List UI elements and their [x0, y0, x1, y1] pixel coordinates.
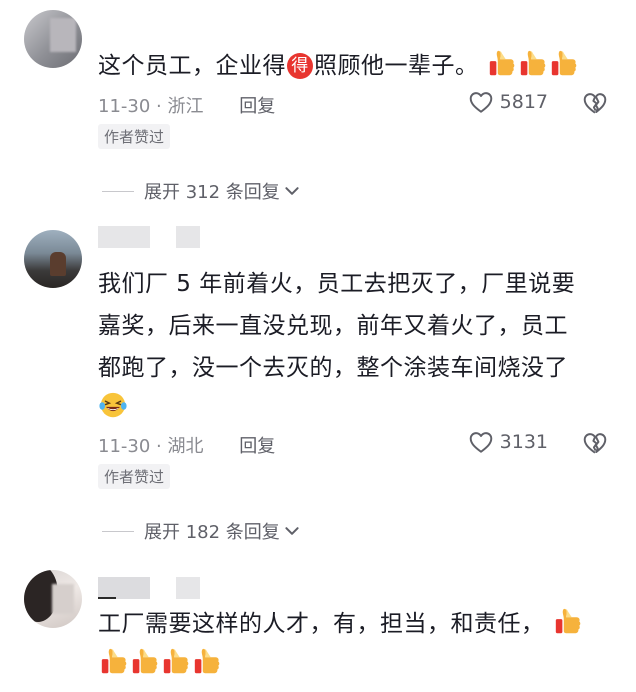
username-redacted [176, 577, 200, 599]
heart-outline-icon [468, 89, 494, 115]
username-redacted[interactable] [98, 226, 150, 248]
thumbs-up-emoji-icon [553, 606, 583, 636]
like-count: 5817 [499, 91, 548, 113]
comment-text-part: 这个员工，企业得 [98, 53, 286, 79]
avatar[interactable] [24, 230, 82, 288]
thumbs-up-emoji-icon [549, 48, 579, 78]
laughing-tears-emoji-icon [98, 390, 128, 420]
broken-heart-icon[interactable] [582, 430, 608, 456]
de-emoji-icon: 得 [287, 53, 313, 79]
comment-meta: 11-30 · 浙江 回复 [98, 92, 275, 118]
chevron-down-icon [283, 522, 301, 540]
comment-text-emojis [98, 642, 222, 686]
thumbs-up-emoji-icon [192, 646, 222, 676]
heart-outline-icon [468, 429, 494, 455]
comment-text: 工厂需要这样的人才，有，担当，和责任， [98, 602, 583, 646]
broken-heart-icon[interactable] [582, 90, 608, 116]
thumbs-up-emoji-icon [99, 646, 129, 676]
chevron-down-icon [283, 182, 301, 200]
date-location: 11-30 · 湖北 [98, 436, 204, 457]
reply-button[interactable]: 回复 [239, 436, 275, 457]
comment-text-line: 都跑了，没一个去灭的，整个涂装车间烧没了 [98, 355, 568, 381]
thumbs-up-emoji-icon [130, 646, 160, 676]
date-location: 11-30 · 浙江 [98, 96, 204, 117]
divider [102, 190, 134, 192]
comment-text-part: 工厂需要这样的人才，有，担当，和责任， [98, 611, 545, 637]
expand-replies-label: 展开 182 条回复 [144, 522, 280, 543]
avatar[interactable] [24, 10, 82, 68]
author-liked-badge: 作者赞过 [98, 464, 171, 489]
thumbs-up-emoji-icon [161, 646, 191, 676]
comment-meta: 11-30 · 湖北 回复 [98, 432, 275, 458]
divider [102, 530, 134, 532]
like-button[interactable]: 3131 [468, 429, 548, 455]
expand-replies-label: 展开 312 条回复 [144, 182, 280, 203]
thumbs-up-emoji-icon [518, 48, 548, 78]
expand-replies-button[interactable]: 展开 182 条回复 [102, 518, 301, 544]
username-redacted [176, 226, 200, 248]
username-underline [98, 597, 116, 599]
thumbs-up-emoji-icon [487, 48, 517, 78]
avatar[interactable] [24, 570, 82, 628]
comment-text-part: 照顾他一辈子。 [314, 53, 479, 79]
comment-text-line: 我们厂 5 年前着火，员工去把灭了，厂里说要 [98, 271, 576, 297]
like-count: 3131 [499, 431, 548, 453]
reply-button[interactable]: 回复 [239, 96, 275, 117]
comment-text: 这个员工，企业得得照顾他一辈子。 [98, 44, 579, 88]
expand-replies-button[interactable]: 展开 312 条回复 [102, 178, 301, 204]
author-liked-badge: 作者赞过 [98, 124, 171, 149]
comment-text-line: 嘉奖，后来一直没兑现，前年又着火了，员工 [98, 313, 568, 339]
like-button[interactable]: 5817 [468, 89, 548, 115]
username-redacted[interactable] [98, 577, 150, 599]
